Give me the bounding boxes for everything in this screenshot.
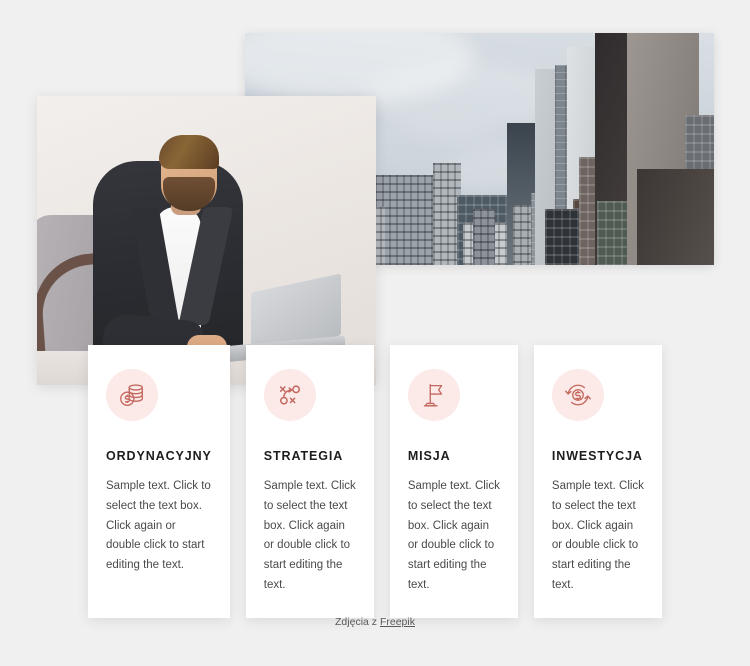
- card-description: Sample text. Click to select the text bo…: [263, 480, 356, 591]
- feature-card[interactable]: INWESTYCJA Sample text. Click to select …: [533, 345, 662, 618]
- building-shape: [473, 209, 495, 265]
- building-shape: [513, 205, 531, 265]
- icon-badge: [106, 369, 158, 421]
- card-description: Sample text. Click to select the text bo…: [106, 480, 211, 572]
- icon-badge: [407, 369, 460, 421]
- card-description: Sample text. Click to select the text bo…: [551, 480, 644, 591]
- building-shape: [637, 169, 714, 265]
- card-description: Sample text. Click to select the text bo…: [407, 480, 500, 591]
- card-title: STRATEGIA: [263, 449, 344, 463]
- money-refresh-icon: [563, 380, 593, 410]
- feature-card-list: ORDYNACYJNY Sample text. Click to select…: [88, 345, 662, 618]
- card-title: ORDYNACYJNY: [106, 449, 212, 463]
- page-root: ORDYNACYJNY Sample text. Click to select…: [0, 0, 750, 666]
- card-title: MISJA: [407, 449, 451, 463]
- card-title: INWESTYCJA: [551, 449, 643, 463]
- feature-card[interactable]: STRATEGIA Sample text. Click to select t…: [245, 345, 374, 618]
- person-hair-shape: [159, 135, 219, 169]
- feature-card[interactable]: MISJA Sample text. Click to select the t…: [389, 345, 518, 618]
- strategy-tactics-icon: [275, 380, 305, 410]
- building-shape: [545, 209, 579, 265]
- feature-card[interactable]: ORDYNACYJNY Sample text. Click to select…: [88, 345, 230, 618]
- coins-stack-icon: [117, 380, 147, 410]
- icon-badge: [551, 369, 604, 421]
- icon-badge: [263, 369, 316, 421]
- freepik-link[interactable]: Freepik: [380, 616, 415, 628]
- businessman-laptop-image: [37, 96, 376, 385]
- photo-credit-prefix: Zdjęcia z: [335, 616, 380, 628]
- photo-credit: Zdjęcia z Freepik: [0, 616, 750, 628]
- flag-icon: [419, 380, 449, 410]
